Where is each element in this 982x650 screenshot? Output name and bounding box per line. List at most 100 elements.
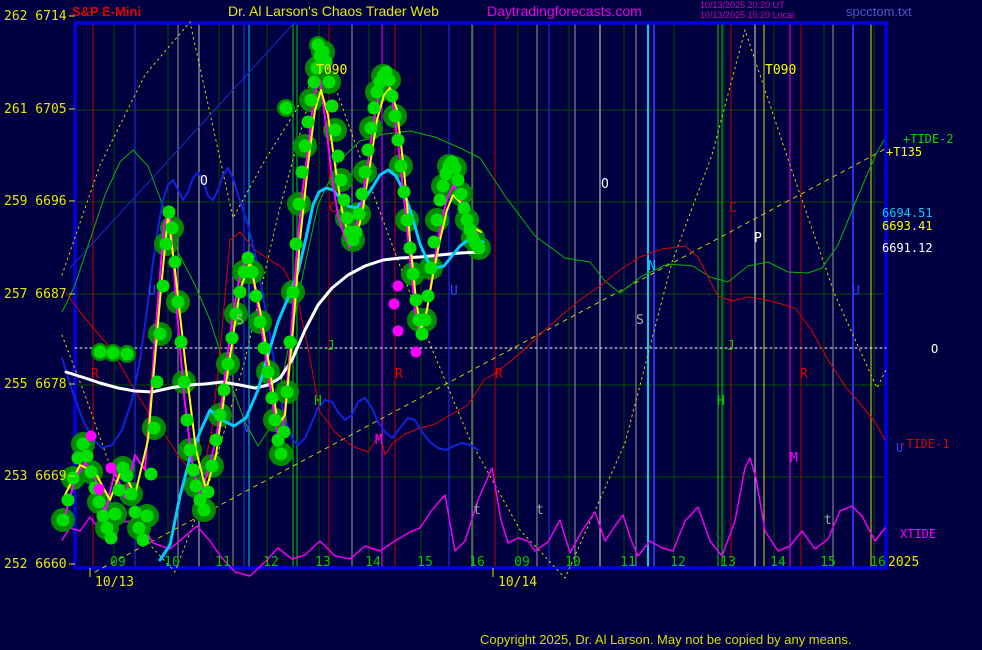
price-dot	[246, 266, 259, 279]
right-label: O	[931, 342, 938, 356]
right-label: 6694.51	[882, 206, 933, 220]
right-label: XTIDE	[900, 527, 936, 541]
price-dot	[67, 472, 80, 485]
price-dot	[293, 198, 306, 211]
price-dot	[407, 268, 420, 281]
price-dot	[137, 534, 150, 547]
price-dot	[262, 366, 275, 379]
price-dot	[473, 242, 486, 255]
price-dot	[190, 480, 203, 493]
price-dot	[368, 102, 381, 115]
price-dot	[326, 100, 339, 113]
price-dot	[178, 376, 191, 389]
y-axis-label: 259 6696	[4, 194, 67, 209]
price-dot	[148, 422, 161, 435]
price-dot	[335, 174, 348, 187]
price-dot	[62, 494, 75, 507]
price-dot	[425, 262, 438, 275]
price-dot	[129, 506, 142, 519]
price-dot	[250, 290, 263, 303]
price-dot	[157, 280, 170, 293]
hour-label: 13	[720, 555, 736, 570]
price-dot	[97, 510, 110, 523]
chart-letter: M	[790, 451, 798, 466]
price-dot	[125, 488, 138, 501]
chart-letter: U	[148, 284, 156, 299]
price-dot	[312, 39, 325, 52]
price-dot	[299, 140, 312, 153]
price-dot	[206, 460, 219, 473]
price-dot	[416, 328, 429, 341]
price-chart-svg: T090T090OOCCPNSSUUURRRRHHJJMMVttt+TIDE-2…	[0, 0, 982, 650]
price-dot	[452, 174, 465, 187]
hour-label: 13	[315, 555, 331, 570]
y-axis-label: 252 6660	[4, 557, 67, 572]
site-link[interactable]: Daytradingforecasts.com	[487, 3, 642, 19]
price-dot	[121, 348, 134, 361]
y-axis-label: 253 6669	[4, 469, 67, 484]
chart-letter: t	[536, 503, 544, 518]
chart-letter: H	[717, 394, 725, 409]
right-label: +T135	[886, 145, 922, 159]
price-dot	[151, 376, 164, 389]
hour-label: 15	[820, 555, 836, 570]
price-dot	[362, 144, 375, 157]
price-dot	[269, 414, 282, 427]
price-dot	[305, 94, 318, 107]
hour-label: 16	[870, 555, 886, 570]
chart-letter: U	[852, 284, 860, 299]
magenta-dot	[411, 347, 422, 358]
price-dot	[109, 508, 122, 521]
year-label: 2025	[888, 555, 919, 570]
price-dot	[296, 166, 309, 179]
chart-letter: V	[243, 421, 251, 436]
chart-letter: R	[395, 367, 403, 382]
timestamp-ut: 10/13/2025 20:20 UT	[700, 0, 785, 10]
price-dot	[85, 466, 98, 479]
magenta-dot	[106, 463, 117, 474]
chart-letter: M	[375, 433, 383, 448]
hour-label: 14	[770, 555, 786, 570]
price-dot	[266, 392, 279, 405]
price-dot	[395, 160, 408, 173]
price-dot	[389, 110, 402, 123]
hour-label: 14	[365, 555, 381, 570]
price-dot	[198, 504, 211, 517]
right-label: 6693.41	[882, 219, 933, 233]
hour-label: 16	[469, 555, 485, 570]
hour-label: 12	[263, 555, 279, 570]
price-dot	[94, 346, 107, 359]
chart-letter: J	[727, 339, 735, 354]
y-axis-label: 257 6687	[4, 287, 67, 302]
chart-letter: C	[729, 201, 737, 216]
right-label: -TIDE-1	[899, 437, 950, 451]
data-file-link[interactable]: spcctom.txt	[846, 4, 912, 19]
chart-letter: t	[473, 503, 481, 518]
price-dot	[81, 450, 94, 463]
price-dot	[341, 212, 354, 225]
magenta-dot	[393, 326, 404, 337]
price-dot	[392, 134, 405, 147]
price-dot	[329, 124, 342, 137]
page-title: Dr. Al Larson's Chaos Trader Web	[228, 3, 439, 19]
price-dot	[105, 532, 118, 545]
price-dot	[302, 116, 315, 129]
price-dot	[278, 426, 291, 439]
price-dot	[226, 332, 239, 345]
price-dot	[187, 464, 200, 477]
hour-label: 09	[110, 555, 126, 570]
price-dot	[141, 510, 154, 523]
chaos-trader-chart-page: T090T090OOCCPNSSUUURRRRHHJJMMVttt+TIDE-2…	[0, 0, 982, 650]
price-dot	[242, 252, 255, 265]
price-dot	[184, 444, 197, 457]
price-dot	[154, 328, 167, 341]
chart-letter: C	[329, 201, 337, 216]
copyright-notice: Copyright 2025, Dr. Al Larson. May not b…	[480, 632, 851, 647]
price-dot	[258, 342, 271, 355]
price-dot	[175, 336, 188, 349]
price-dot	[275, 448, 288, 461]
price-dot	[172, 296, 185, 309]
magenta-dot	[86, 431, 97, 442]
price-dot	[113, 484, 126, 497]
chart-letter: R	[91, 367, 99, 382]
